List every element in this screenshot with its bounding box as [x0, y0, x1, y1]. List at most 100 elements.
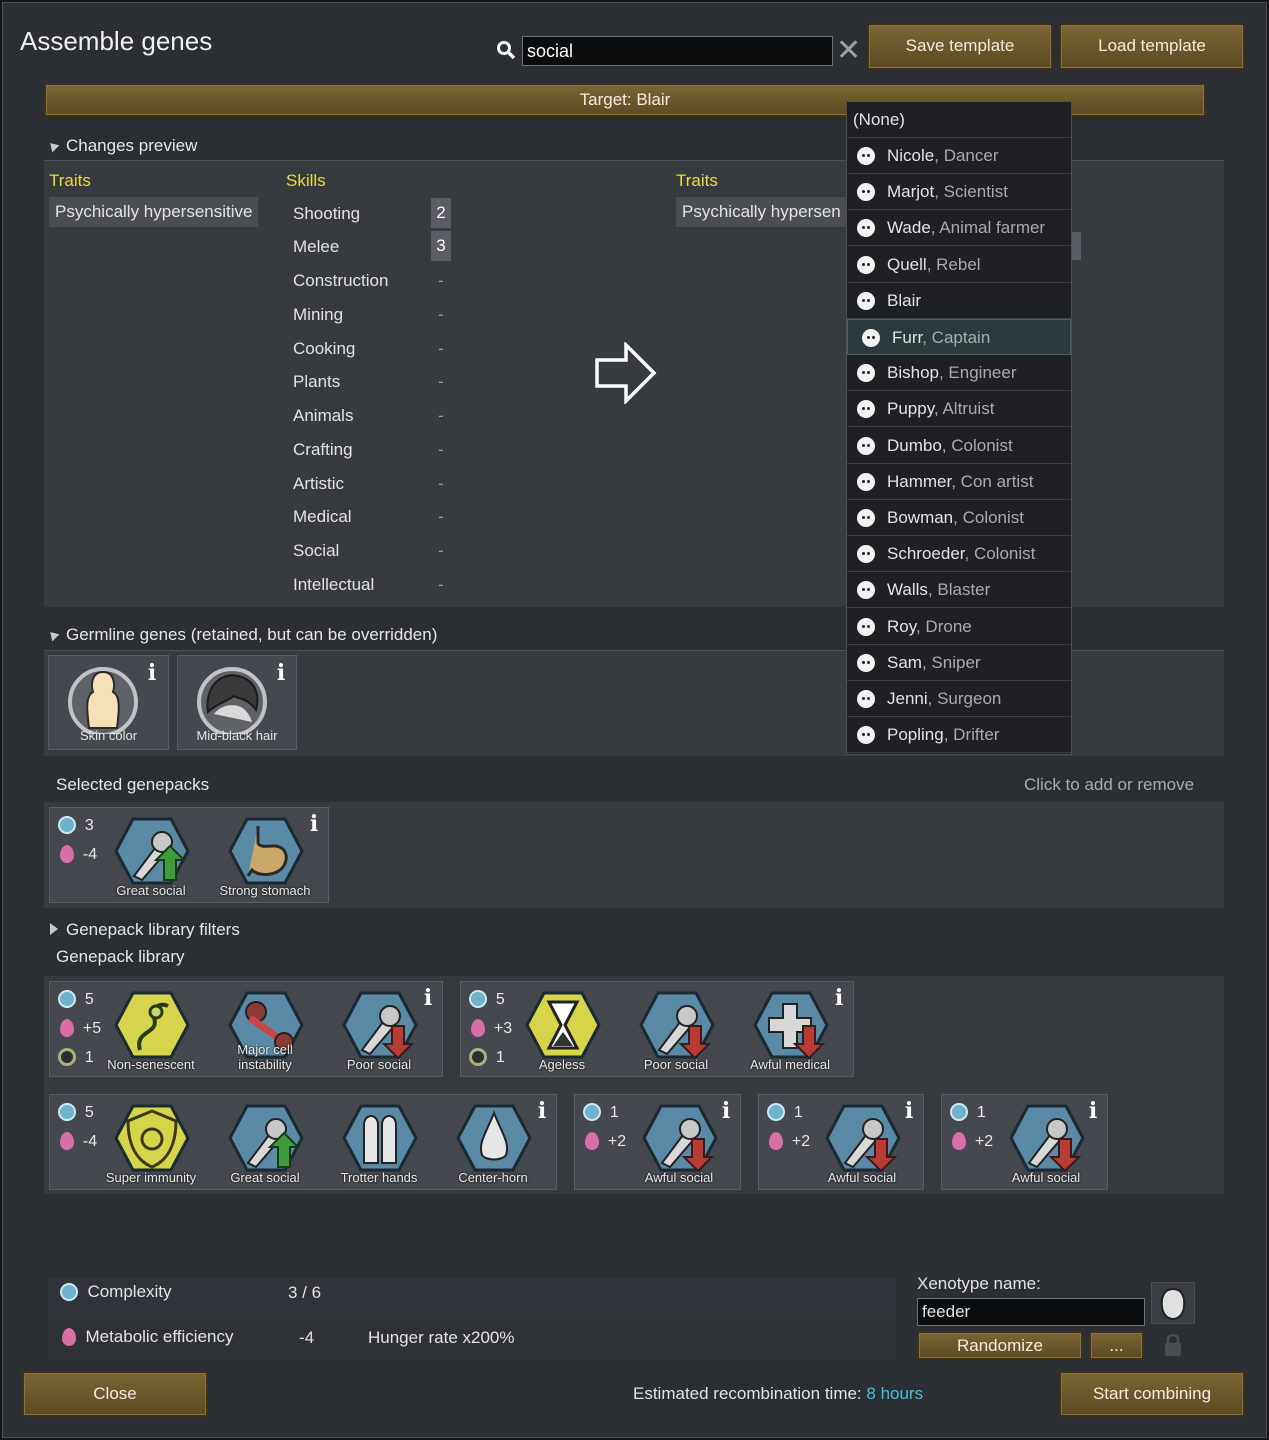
pawn-name: Jenni — [887, 689, 928, 708]
great-social-icon — [228, 1104, 304, 1172]
dropdown-item-pawn[interactable]: Furr, Captain — [847, 319, 1071, 355]
dropdown-item-pawn[interactable]: Blair — [847, 283, 1071, 319]
dropdown-item-pawn[interactable]: Bowman, Colonist — [847, 500, 1071, 536]
pawn-role: , Drifter — [943, 725, 1000, 745]
skill-name: Crafting — [293, 440, 353, 459]
selected-genepacks-header: Selected genepacks — [56, 775, 210, 794]
complexity-value: 1 — [976, 1104, 986, 1121]
pawn-portrait-icon — [857, 147, 875, 165]
xenotype-icon-button[interactable] — [1151, 1282, 1195, 1324]
xenotype-head-icon — [1160, 1287, 1186, 1321]
dropdown-item-pawn[interactable]: Dumbo, Colonist — [847, 428, 1071, 464]
pawn-portrait-icon — [857, 653, 875, 672]
skill-row: Artistic - — [293, 474, 463, 502]
dropdown-item-pawn[interactable]: Marjot, Scientist — [847, 174, 1071, 211]
genepack-selected[interactable]: 3 -4 i Great social Strong stomach — [49, 807, 329, 903]
great-social-icon — [114, 817, 190, 885]
pawn-role: , Sniper — [921, 652, 981, 672]
pawn-role: , Animal farmer — [930, 218, 1046, 238]
info-icon[interactable]: i — [146, 661, 158, 685]
genepack-card[interactable]: 1 +2 i Awful social — [758, 1094, 924, 1190]
skill-value: - — [438, 305, 444, 324]
genepack-card[interactable]: 5 -4 i Super immunity Great social Trotter h… — [49, 1094, 557, 1190]
gene-skin-color[interactable]: i Skin color — [48, 655, 169, 750]
gene-label: Trotter hands — [340, 1170, 418, 1185]
gene-item: Super immunity — [96, 1097, 206, 1187]
close-icon[interactable]: ✕ — [836, 36, 861, 66]
dropdown-item-pawn[interactable]: Hammer, Con artist — [847, 464, 1071, 500]
dropdown-item-pawn[interactable]: Popling, Drifter — [847, 717, 1071, 754]
skill-value: - — [438, 372, 444, 391]
skill-name: Artistic — [293, 474, 344, 493]
skill-name: Plants — [293, 372, 341, 391]
skill-row: Social - — [293, 541, 463, 569]
genepack-card[interactable]: 1 +2 i Awful social — [574, 1094, 741, 1190]
dropdown-item-pawn[interactable]: Jenni, Surgeon — [847, 681, 1071, 717]
metabolic-icon — [769, 1132, 783, 1150]
metabolic-value: -4 — [82, 1133, 98, 1150]
poor-social-icon — [639, 991, 715, 1060]
close-button[interactable]: Close — [22, 1371, 208, 1417]
gene-label: Ageless — [538, 1057, 586, 1072]
pawn-portrait-icon — [857, 726, 875, 745]
skill-value: 2 — [431, 198, 451, 228]
dropdown-item-pawn[interactable]: Walls, Blaster — [847, 572, 1071, 609]
genepack-card[interactable]: 5 +5 1 i Non-senescent Major cell instabili… — [49, 981, 443, 1077]
xenotype-name-input[interactable]: feeder — [917, 1298, 1145, 1326]
pawn-portrait-icon — [857, 436, 875, 455]
awful-social-icon — [825, 1104, 901, 1173]
complexity-icon — [469, 990, 487, 1008]
search-input[interactable]: social — [522, 36, 833, 66]
changes-preview-header[interactable]: Changes preview — [46, 136, 197, 156]
skill-row: Cooking - — [293, 339, 463, 367]
dropdown-item-pawn[interactable]: Nicole, Dancer — [847, 138, 1071, 174]
pawn-name: Popling — [887, 725, 944, 745]
pawn-name: Puppy — [887, 399, 934, 419]
dropdown-item-pawn[interactable]: Wade, Animal farmer — [847, 210, 1071, 247]
dropdown-item-pawn[interactable]: Bishop, Engineer — [847, 355, 1071, 392]
dropdown-item-pawn[interactable]: Quell, Rebel — [847, 247, 1071, 283]
info-icon[interactable]: i — [275, 661, 287, 685]
skill-name: Social — [293, 541, 340, 560]
gene-label: Poor social — [643, 1057, 709, 1072]
save-template-button[interactable]: Save template — [867, 23, 1053, 70]
skill-row: Shooting 2 — [293, 198, 463, 232]
skill-value: - — [438, 575, 444, 594]
load-template-button[interactable]: Load template — [1059, 23, 1245, 70]
add-remove-hint: Click to add or remove — [1024, 775, 1195, 794]
complexity-icon — [60, 1283, 78, 1301]
genepack-card[interactable]: 1 +2 i Awful social — [941, 1094, 1108, 1190]
trait-chip-right[interactable]: Psychically hypersen — [676, 197, 848, 227]
skill-name: Shooting — [293, 204, 361, 223]
hunger-effect: Hunger rate x200% — [368, 1328, 515, 1347]
complexity-value: 5 — [495, 991, 505, 1008]
dropdown-item-none[interactable]: (None) — [847, 102, 1071, 138]
gene-label: Strong stomach — [219, 883, 311, 898]
library-filters-header[interactable]: Genepack library filters — [50, 920, 240, 940]
trait-chip-left[interactable]: Psychically hypersensitive — [49, 197, 259, 227]
pawn-name: Bishop — [887, 363, 939, 383]
randomize-button[interactable]: Randomize — [917, 1331, 1083, 1360]
start-combining-button[interactable]: Start combining — [1059, 1371, 1245, 1417]
metabolic-icon — [60, 845, 74, 863]
genepack-card[interactable]: 5 +3 1 i Ageless Poor social Awful medical — [460, 981, 854, 1077]
dropdown-item-pawn[interactable]: Schroeder, Colonist — [847, 536, 1071, 573]
dropdown-item-pawn[interactable]: Roy, Drone — [847, 609, 1071, 645]
gene-item: Awful medical — [735, 984, 845, 1074]
germline-header[interactable]: Germline genes (retained, but can be ove… — [46, 625, 437, 645]
awful-medical-icon — [753, 991, 829, 1060]
gene-mid-black-hair[interactable]: i Mid-black hair — [177, 655, 297, 750]
pawn-role: , Blaster — [927, 580, 991, 600]
more-options-button[interactable]: ... — [1089, 1331, 1144, 1360]
pawn-name: Quell — [887, 254, 927, 274]
dropdown-item-pawn[interactable]: Puppy, Altruist — [847, 391, 1071, 428]
skill-value: 3 — [431, 231, 451, 261]
complexity-value: 1 — [793, 1104, 803, 1121]
dropdown-item-pawn[interactable]: Sam, Sniper — [847, 645, 1071, 681]
poor-social-icon — [342, 991, 418, 1060]
skill-row: Mining - — [293, 305, 463, 333]
metabolic-total: -4 — [299, 1328, 315, 1347]
lock-icon[interactable] — [1163, 1332, 1183, 1358]
non-senescent-icon — [114, 991, 190, 1059]
pawn-role: , Surgeon — [927, 689, 1002, 708]
